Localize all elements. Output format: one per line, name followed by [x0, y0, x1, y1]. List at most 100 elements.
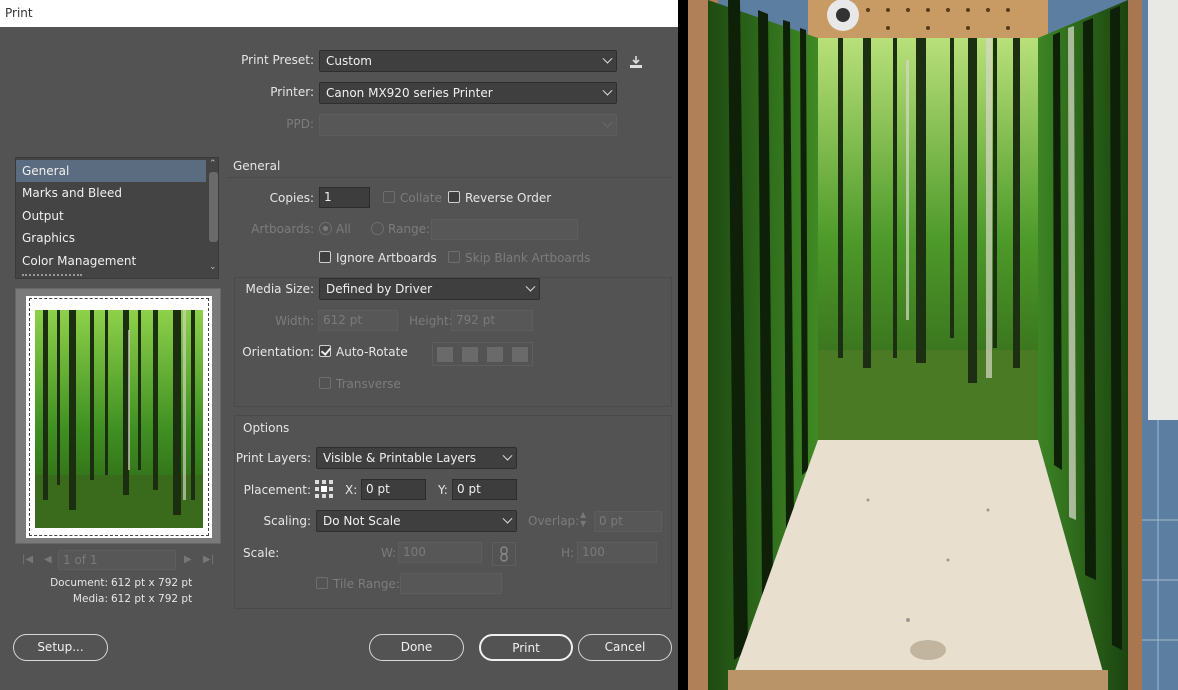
y-label: Y: [438, 483, 448, 497]
artboards-all-label: All [336, 222, 351, 236]
chevron-down-icon [602, 117, 613, 128]
scrollbar-thumb[interactable] [209, 172, 218, 242]
chevron-down-icon [602, 53, 613, 64]
media-size-value-preview: 612 pt x 792 pt [111, 593, 193, 605]
h-label: H: [561, 546, 575, 560]
category-list: General Marks and Bleed Output Graphics … [15, 157, 219, 279]
print-dialog: Print Print Preset: Custom Printer: Cano… [0, 0, 678, 690]
w-input[interactable]: 100 [398, 542, 482, 563]
collate-label: Collate [400, 191, 442, 205]
scaling-label: Scaling: [263, 514, 311, 528]
first-page-icon[interactable]: |◀ [22, 554, 33, 565]
auto-rotate-label: Auto-Rotate [336, 345, 408, 359]
orientation-label: Orientation: [242, 345, 314, 359]
media-size-select[interactable]: Defined by Driver [319, 278, 540, 300]
chevron-down-icon [525, 281, 536, 292]
scaling-select[interactable]: Do Not Scale [316, 510, 517, 532]
chevron-down-icon [602, 85, 613, 96]
h-input[interactable]: 100 [577, 542, 657, 563]
sidebar-item-output[interactable]: Output [16, 205, 206, 227]
overlap-input[interactable]: 0 pt [594, 511, 662, 532]
media-size-label-preview: Media: [72, 593, 108, 605]
placement-label: Placement: [243, 483, 311, 497]
width-label: Width: [275, 314, 314, 328]
copies-input[interactable]: 1 [319, 187, 370, 208]
printer-value: Canon MX920 series Printer [326, 86, 493, 100]
ignore-artboards-label: Ignore Artboards [336, 251, 437, 265]
copies-label: Copies: [269, 191, 314, 205]
print-layers-select[interactable]: Visible & Printable Layers [316, 447, 517, 469]
ppd-select[interactable] [319, 114, 617, 136]
dialog-title: Print [0, 0, 678, 27]
skip-blank-artboards-checkbox[interactable] [448, 251, 460, 263]
reverse-order-label: Reverse Order [465, 191, 552, 205]
artboards-range-radio[interactable] [371, 222, 384, 235]
sidebar-item-marks-and-bleed[interactable]: Marks and Bleed [16, 182, 206, 204]
cancel-button[interactable]: Cancel [578, 634, 672, 661]
height-input[interactable]: 792 pt [451, 310, 533, 331]
x-input[interactable]: 0 pt [361, 479, 426, 500]
document-size-value: 612 pt x 792 pt [111, 577, 193, 589]
last-page-icon[interactable]: ▶| [203, 554, 214, 565]
tile-range-label: Tile Range: [333, 577, 400, 591]
options-section-title: Options [243, 421, 290, 435]
sidebar-item-graphics[interactable]: Graphics [16, 227, 206, 249]
next-page-icon[interactable]: ▶ [184, 554, 192, 565]
print-button[interactable]: Print [479, 634, 573, 661]
reverse-portrait-icon[interactable] [487, 347, 503, 362]
artboards-label: Artboards: [251, 222, 314, 236]
save-preset-icon[interactable] [628, 54, 644, 70]
sidebar-item-color-management[interactable]: Color Management [16, 250, 206, 272]
reverse-landscape-icon[interactable] [512, 347, 528, 362]
w-label: W: [381, 546, 397, 560]
landscape-icon[interactable] [462, 347, 478, 362]
sidebar-scrollbar[interactable]: ⌃ ⌄ [207, 158, 218, 278]
media-size-label: Media Size: [245, 282, 314, 296]
overlap-stepper-icon[interactable]: ▲ ▼ [580, 510, 586, 528]
document-size-label: Document: [50, 577, 108, 589]
orientation-buttons [432, 342, 533, 366]
media-size-value: Defined by Driver [326, 282, 433, 296]
constrain-proportions-icon[interactable] [492, 542, 516, 566]
diorama-photo [688, 0, 1178, 690]
auto-rotate-checkbox[interactable] [319, 345, 331, 357]
scroll-up-icon[interactable]: ⌃ [209, 159, 217, 169]
ppd-label: PPD: [286, 117, 314, 131]
sidebar-overflow-item [22, 274, 82, 278]
transverse-checkbox[interactable] [319, 377, 331, 389]
scroll-down-icon[interactable]: ⌄ [209, 262, 217, 272]
skip-blank-artboards-label: Skip Blank Artboards [465, 251, 591, 265]
tile-range-input[interactable] [400, 573, 502, 594]
forest-thumbnail [35, 310, 203, 528]
y-input[interactable]: 0 pt [452, 479, 517, 500]
printer-label: Printer: [270, 85, 314, 99]
width-input[interactable]: 612 pt [318, 310, 398, 331]
reverse-order-checkbox[interactable] [448, 191, 460, 203]
general-section-title: General [233, 159, 281, 173]
placement-grid-icon[interactable] [314, 479, 334, 499]
overlap-label: Overlap: [528, 514, 580, 528]
collate-checkbox[interactable] [383, 191, 395, 203]
preview-page [26, 296, 212, 538]
print-preset-label: Print Preset: [241, 53, 314, 67]
print-preset-value: Custom [326, 54, 372, 68]
tile-range-checkbox[interactable] [316, 577, 328, 589]
chevron-down-icon [502, 450, 513, 461]
sidebar-item-general[interactable]: General [16, 160, 206, 182]
portrait-icon[interactable] [437, 347, 453, 362]
ignore-artboards-checkbox[interactable] [319, 251, 331, 263]
prev-page-icon[interactable]: ◀ [44, 554, 52, 565]
page-indicator: 1 of 1 [63, 553, 98, 567]
print-layers-label: Print Layers: [235, 451, 311, 465]
artboards-range-input[interactable] [431, 219, 578, 240]
transverse-label: Transverse [336, 377, 401, 391]
chevron-down-icon [502, 513, 513, 524]
done-button[interactable]: Done [369, 634, 464, 661]
artboards-all-radio[interactable] [319, 222, 332, 235]
x-label: X: [345, 483, 358, 497]
page-indicator-field[interactable]: 1 of 1 [58, 550, 176, 570]
print-preset-select[interactable]: Custom [319, 50, 617, 72]
print-layers-value: Visible & Printable Layers [323, 451, 476, 465]
printer-select[interactable]: Canon MX920 series Printer [319, 82, 617, 104]
setup-button[interactable]: Setup... [13, 634, 108, 661]
